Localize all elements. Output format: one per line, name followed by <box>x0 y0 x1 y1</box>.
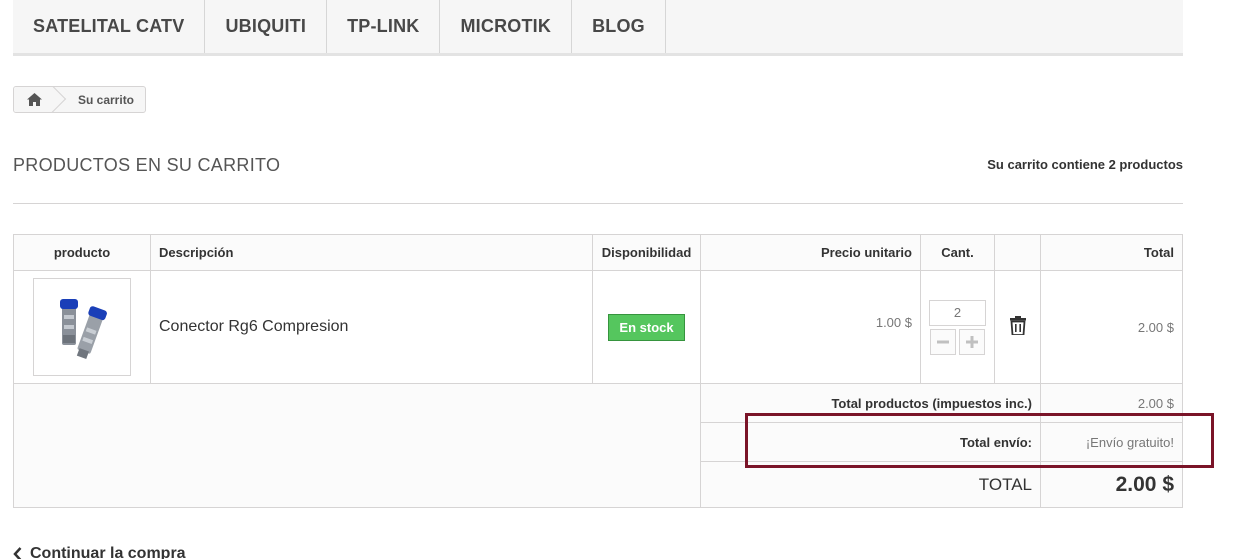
breadcrumb: Su carrito <box>13 86 147 113</box>
grand-total-value: 2.00 $ <box>1040 461 1183 508</box>
nav-item-tp-link[interactable]: TP-LINK <box>327 0 441 53</box>
quantity-increase-button[interactable] <box>959 328 985 355</box>
minus-icon <box>937 340 949 343</box>
chevron-left-icon <box>13 547 22 559</box>
highlight-box <box>745 413 1214 468</box>
nav-item-satelital-catv[interactable]: SATELITAL CATV <box>13 0 206 53</box>
quantity-input[interactable]: 2 <box>929 299 986 326</box>
quantity-decrease-button[interactable] <box>930 328 956 355</box>
col-header-quantity: Cant. <box>920 234 995 271</box>
unit-price-cell: 1.00 $ <box>700 270 921 384</box>
table-header-row: producto Descripción Disponibilidad Prec… <box>13 234 1183 271</box>
col-header-total: Total <box>1040 234 1183 271</box>
plus-icon <box>966 335 978 348</box>
top-nav: SATELITAL CATV UBIQUITI TP-LINK MICROTIK… <box>13 0 1183 56</box>
col-header-product: producto <box>13 234 151 271</box>
availability-cell: En stock <box>592 270 701 384</box>
product-description[interactable]: Conector Rg6 Compresion <box>150 270 593 384</box>
unit-price: 1.00 $ <box>875 314 912 330</box>
breadcrumb-home[interactable] <box>14 87 54 112</box>
trash-icon[interactable] <box>1009 316 1026 336</box>
connector-icon <box>60 299 107 360</box>
divider <box>13 203 1183 204</box>
continue-shopping-label: Continuar la compra <box>30 545 186 559</box>
home-icon <box>26 93 42 106</box>
footer-empty-cell <box>13 383 701 508</box>
continue-shopping-link[interactable]: Continuar la compra <box>13 545 186 559</box>
cart-summary: Su carrito contiene 2 productos <box>987 157 1183 172</box>
stock-badge: En stock <box>608 313 685 341</box>
quantity-stepper <box>921 328 994 355</box>
product-image-cell <box>13 270 151 384</box>
row-total: 2.00 $ <box>1040 270 1183 384</box>
table-row: Conector Rg6 Compresion En stock 1.00 $ … <box>13 270 1183 384</box>
col-header-unit-price: Precio unitario <box>700 234 921 271</box>
page-title: PRODUCTOS EN SU CARRITO <box>13 155 281 175</box>
quantity-cell: 2 <box>920 270 995 384</box>
col-header-availability: Disponibilidad <box>592 234 701 271</box>
nav-item-ubiquiti[interactable]: UBIQUITI <box>205 0 328 53</box>
product-image[interactable] <box>33 278 131 376</box>
delete-cell <box>994 270 1041 384</box>
col-header-description: Descripción <box>150 234 593 271</box>
breadcrumb-current: Su carrito <box>78 92 135 107</box>
nav-item-microtik[interactable]: MICROTIK <box>440 0 573 53</box>
col-header-delete <box>994 234 1041 271</box>
grand-total-label: TOTAL <box>700 461 1041 508</box>
nav-item-blog[interactable]: BLOG <box>572 0 666 53</box>
